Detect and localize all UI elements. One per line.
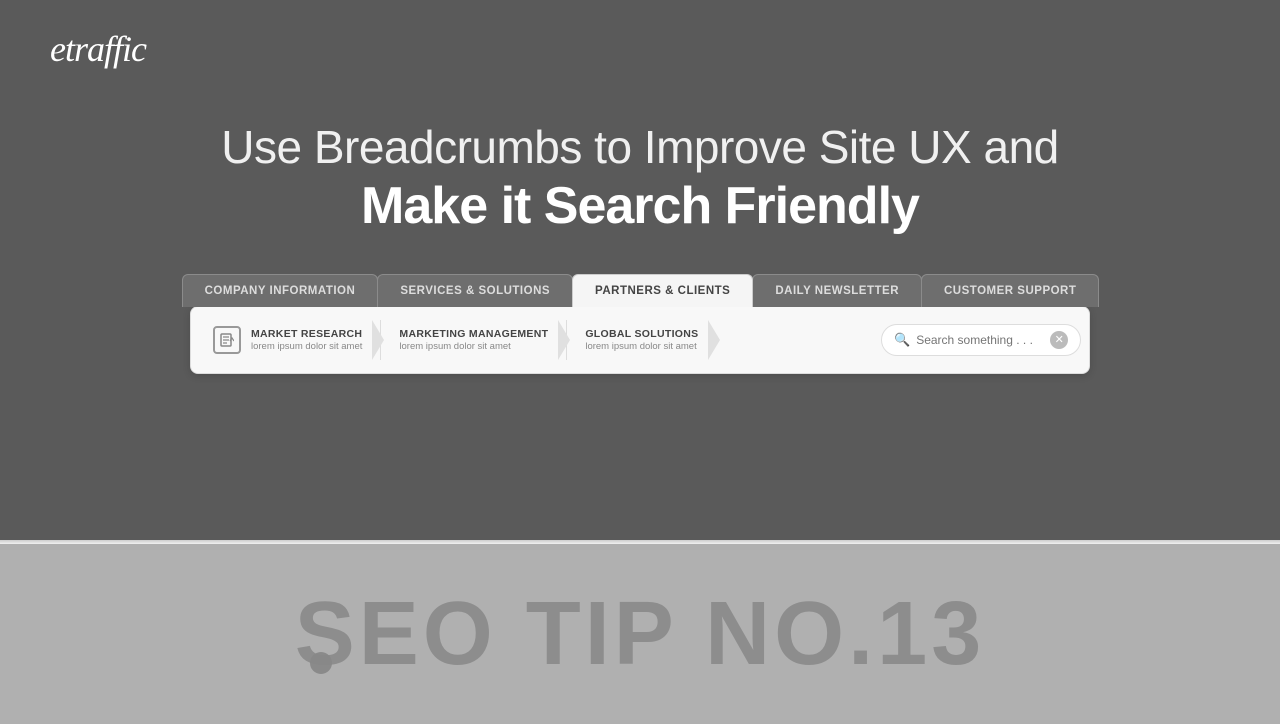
tab-services[interactable]: SERVICES & SOLUTIONS [377,274,573,307]
breadcrumb-title-3: GLOBAL SOLUTIONS [585,328,698,340]
breadcrumb-item-1[interactable]: MARKET RESEARCH lorem ipsum dolor sit am… [199,326,376,354]
breadcrumb-sub-2: lorem ipsum dolor sit amet [399,341,548,352]
breadcrumb-sub-1: lorem ipsum dolor sit amet [251,341,362,352]
breadcrumb-text-2: MARKETING MANAGEMENT lorem ipsum dolor s… [399,328,548,352]
tab-company[interactable]: COMPANY INFORMATION [182,274,379,307]
breadcrumb-title-1: MARKET RESEARCH [251,328,362,340]
search-clear-button[interactable]: ✕ [1050,331,1068,349]
breadcrumb-title-2: MARKETING MANAGEMENT [399,328,548,340]
breadcrumb-bar: MARKET RESEARCH lorem ipsum dolor sit am… [190,306,1090,374]
headline-area: Use Breadcrumbs to Improve Site UX and M… [0,120,1280,238]
search-wrap: 🔍 ✕ [881,324,1081,356]
search-icon: 🔍 [894,332,910,348]
breadcrumb-text-1: MARKET RESEARCH lorem ipsum dolor sit am… [251,328,362,352]
search-input[interactable] [916,333,1046,347]
breadcrumb-item-2[interactable]: MARKETING MANAGEMENT lorem ipsum dolor s… [385,328,562,352]
breadcrumb-text-3: GLOBAL SOLUTIONS lorem ipsum dolor sit a… [585,328,698,352]
tab-support[interactable]: CUSTOMER SUPPORT [921,274,1099,307]
seo-tip-text: SEO TIP NO.13 [295,583,986,686]
tab-partners[interactable]: PARTNERS & CLIENTS [572,274,753,307]
breadcrumb-item-3[interactable]: GLOBAL SOLUTIONS lorem ipsum dolor sit a… [571,328,712,352]
logo-area: etraffic [50,28,146,70]
headline-line1: Use Breadcrumbs to Improve Site UX and [0,120,1280,175]
nav-tabs-container: COMPANY INFORMATION SERVICES & SOLUTIONS… [182,274,1099,307]
breadcrumb-icon-1 [213,326,241,354]
tab-newsletter[interactable]: DAILY NEWSLETTER [752,274,922,307]
bottom-section: SEO TIP NO.13 [0,544,1280,724]
logo: etraffic [50,28,146,70]
top-section: etraffic Use Breadcrumbs to Improve Site… [0,0,1280,540]
breadcrumb-sub-3: lorem ipsum dolor sit amet [585,341,698,352]
headline-line2: Make it Search Friendly [0,175,1280,237]
